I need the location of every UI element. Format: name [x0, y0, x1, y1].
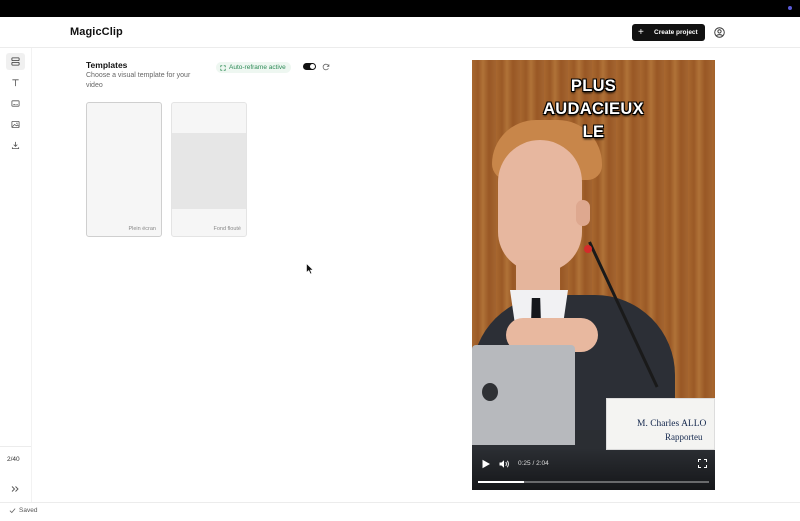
template-card-label: Fond flouté [213, 226, 241, 232]
auto-reframe-badge: Auto-reframe active [216, 62, 291, 73]
template-card-blurred[interactable]: Fond flouté [171, 102, 247, 237]
status-dot [788, 6, 792, 10]
create-project-button[interactable]: + Create project [632, 24, 705, 41]
plus-icon: + [638, 26, 644, 38]
nameplate-role: Rapporteu [665, 432, 703, 442]
sidebar-divider [0, 446, 31, 447]
create-project-label: Create project [654, 29, 698, 36]
user-account-icon[interactable] [714, 27, 725, 38]
video-person-head [498, 140, 582, 272]
download-icon [11, 141, 20, 150]
auto-reframe-label: Auto-reframe active [229, 64, 286, 71]
expand-sidebar-icon[interactable] [10, 484, 20, 494]
left-sidebar: 2/40 [0, 48, 32, 502]
template-preview-area [172, 133, 246, 209]
subtitles-icon [11, 100, 20, 107]
layout-icon [11, 57, 20, 66]
sidebar-item-text[interactable] [6, 74, 25, 91]
templates-subtitle: Choose a visual template for your video [86, 72, 191, 89]
caption-line: LE [582, 123, 605, 141]
video-controls: 0:25 / 2:04 [472, 448, 715, 490]
sidebar-item-layout[interactable] [6, 53, 25, 70]
template-card-fullscreen[interactable]: Plein écran [86, 102, 162, 237]
video-time: 0:25 / 2:04 [518, 460, 549, 467]
template-card-label: Plein écran [128, 226, 156, 232]
video-progress-fill [478, 481, 525, 483]
sidebar-item-image[interactable] [6, 116, 25, 133]
nameplate-name: M. Charles ALLO [637, 419, 707, 429]
status-bar: Saved [0, 502, 800, 521]
auto-reframe-toggle[interactable] [303, 63, 316, 70]
mouse-cursor-icon [306, 263, 314, 275]
save-status-label: Saved [19, 507, 38, 514]
volume-icon[interactable] [499, 459, 510, 469]
templates-title: Templates [86, 60, 128, 70]
reframe-icon [220, 64, 226, 71]
caption-line: AUDACIEUX [543, 100, 644, 118]
video-person-ear [576, 200, 590, 226]
laptop-logo [482, 383, 498, 401]
image-icon [11, 120, 20, 129]
page-counter: 2/40 [7, 456, 20, 463]
top-bar [0, 0, 800, 17]
app-header: MagicClip + Create project [0, 17, 800, 48]
video-progress-bar[interactable] [478, 481, 709, 483]
video-preview[interactable]: M. Charles ALLO Rapporteu PLUS AUDACIEUX… [472, 60, 715, 490]
fullscreen-icon[interactable] [698, 459, 707, 468]
video-caption: PLUS AUDACIEUX LE [472, 75, 715, 144]
video-laptop [472, 345, 575, 445]
video-microphone-light [584, 245, 592, 253]
play-icon[interactable] [481, 459, 491, 469]
check-icon [9, 508, 16, 514]
text-icon [12, 79, 19, 87]
app-logo[interactable]: MagicClip [70, 26, 123, 38]
video-nameplate: M. Charles ALLO Rapporteu [606, 398, 715, 450]
save-status: Saved [9, 507, 37, 514]
sidebar-item-download[interactable] [6, 137, 25, 154]
toggle-knob [310, 64, 315, 69]
refresh-icon[interactable] [322, 63, 330, 71]
sidebar-item-subtitles[interactable] [6, 95, 25, 112]
caption-line: PLUS [570, 77, 617, 95]
